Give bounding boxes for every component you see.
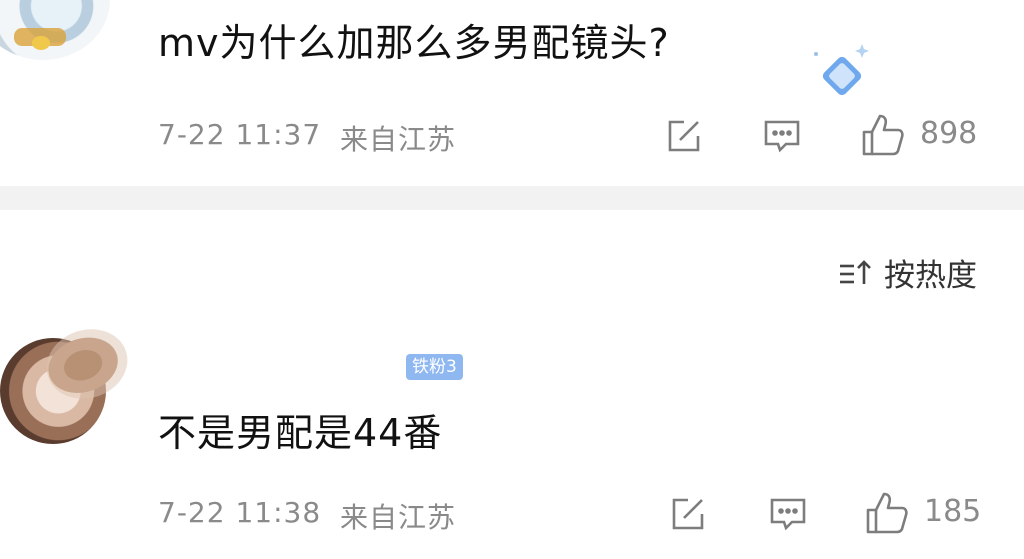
- diamond-icon: [806, 40, 872, 106]
- avatar-bell: [32, 36, 50, 50]
- comment-icon[interactable]: [762, 116, 802, 156]
- thumbs-up-icon[interactable]: [864, 490, 910, 536]
- comment-location: 来自江苏: [340, 501, 457, 534]
- like-count: 898: [920, 116, 978, 151]
- comment-timestamp: 7-22 11:37: [158, 118, 322, 151]
- share-icon[interactable]: [664, 116, 704, 156]
- like-count: 185: [924, 494, 982, 529]
- sort-toggle[interactable]: 按热度: [838, 250, 977, 295]
- thumbs-up-icon[interactable]: [860, 112, 906, 158]
- comment-text: 不是男配是44番: [158, 411, 443, 455]
- sort-icon: [840, 259, 871, 284]
- sort-label: 按热度: [884, 258, 977, 294]
- fan-badge: 铁粉3: [406, 354, 463, 380]
- comment-icon[interactable]: [768, 494, 808, 534]
- share-icon[interactable]: [668, 494, 708, 534]
- section-divider: [0, 186, 1024, 210]
- comment-text: mv为什么加那么多男配镜头?: [158, 21, 670, 65]
- comment-timestamp: 7-22 11:38: [158, 496, 322, 529]
- avatar[interactable]: [0, 0, 110, 60]
- comment-location: 来自江苏: [340, 123, 457, 156]
